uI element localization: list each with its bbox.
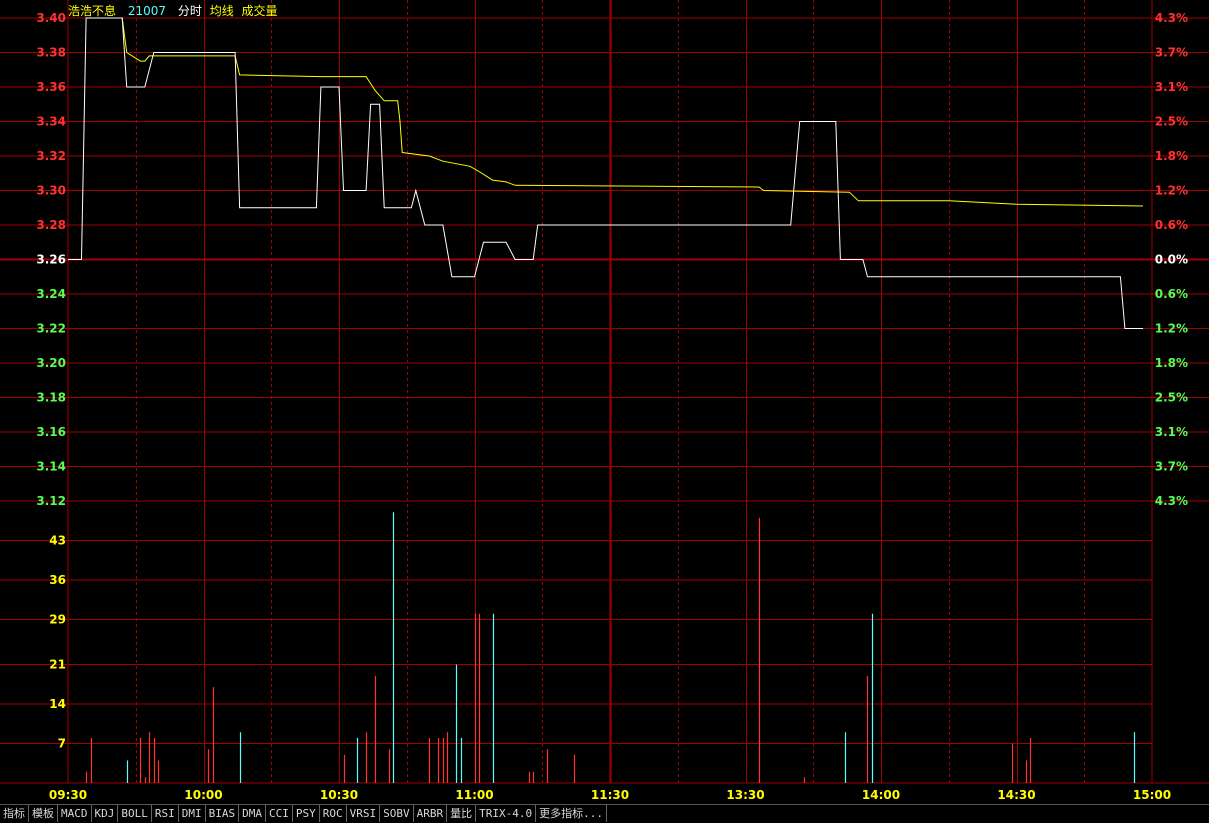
tab-arbr[interactable]: ARBR bbox=[414, 805, 448, 822]
price-tick-label: 3.26 bbox=[36, 253, 66, 267]
percent-tick-label: 2.5% bbox=[1155, 391, 1188, 405]
price-tick-label: 3.28 bbox=[36, 218, 66, 232]
price-tick-label: 3.32 bbox=[36, 149, 66, 163]
percent-tick-label: 1.2% bbox=[1155, 184, 1188, 198]
tab-indicator[interactable]: 指标 bbox=[0, 805, 29, 822]
time-tick-label: 11:30 bbox=[591, 788, 629, 802]
tab-template[interactable]: 模板 bbox=[29, 805, 58, 822]
price-tick-label: 3.38 bbox=[36, 46, 66, 60]
chart-header: 浩浩不息 21007 分时 均线 成交量 bbox=[68, 2, 286, 19]
stock-name: 浩浩不息 bbox=[68, 4, 117, 18]
time-tick-label: 10:00 bbox=[184, 788, 222, 802]
price-tick-label: 3.36 bbox=[36, 80, 66, 94]
tab-dma[interactable]: DMA bbox=[239, 805, 266, 822]
tab-boll[interactable]: BOLL bbox=[118, 805, 152, 822]
volume-tick-label: 36 bbox=[49, 573, 66, 587]
tab-rsi[interactable]: RSI bbox=[152, 805, 179, 822]
percent-tick-label: 4.3% bbox=[1155, 494, 1188, 508]
percent-tick-label: 0.0% bbox=[1155, 253, 1188, 267]
volume-tick-label: 43 bbox=[49, 533, 66, 547]
time-tick-label: 10:30 bbox=[320, 788, 358, 802]
percent-tick-label: 1.2% bbox=[1155, 322, 1188, 336]
price-tick-label: 3.14 bbox=[36, 460, 66, 474]
time-tick-label: 09:30 bbox=[49, 788, 87, 802]
price-tick-label: 3.16 bbox=[36, 425, 66, 439]
tab-dmi[interactable]: DMI bbox=[179, 805, 206, 822]
tab-roc[interactable]: ROC bbox=[320, 805, 347, 822]
percent-tick-label: 3.1% bbox=[1155, 425, 1188, 439]
price-tick-label: 3.20 bbox=[36, 356, 66, 370]
percent-tick-label: 4.3% bbox=[1155, 11, 1188, 25]
time-tick-label: 13:30 bbox=[726, 788, 764, 802]
percent-tick-label: 0.6% bbox=[1155, 218, 1188, 232]
legend-avg: 均线 bbox=[209, 4, 234, 18]
time-tick-label: 14:00 bbox=[862, 788, 900, 802]
percent-axis: 4.3% 3.7% 3.1% 2.5% 1.8% 1.2% 0.6% 0.0% 0.6% 1.2%… bbox=[1155, 11, 1188, 508]
time-tick-label: 15:00 bbox=[1133, 788, 1171, 802]
tab-bias[interactable]: BIAS bbox=[206, 805, 240, 822]
percent-tick-label: 3.7% bbox=[1155, 46, 1188, 60]
price-tick-label: 3.12 bbox=[36, 494, 66, 508]
tab-macd[interactable]: MACD bbox=[58, 805, 92, 822]
percent-tick-label: 2.5% bbox=[1155, 115, 1188, 129]
price-tick-label: 3.22 bbox=[36, 322, 66, 336]
tab-vrsi[interactable]: VRSI bbox=[347, 805, 381, 822]
price-tick-label: 3.30 bbox=[36, 184, 66, 198]
tab-sobv[interactable]: SOBV bbox=[380, 805, 414, 822]
tab-trix[interactable]: TRIX-4.0 bbox=[476, 805, 537, 822]
price-tick-label: 3.18 bbox=[36, 391, 66, 405]
percent-tick-label: 3.1% bbox=[1155, 80, 1188, 94]
tab-kdj[interactable]: KDJ bbox=[92, 805, 119, 822]
price-tick-label: 3.40 bbox=[36, 11, 66, 25]
percent-tick-label: 1.8% bbox=[1155, 149, 1188, 163]
price-axis: 3.40 3.38 3.36 3.34 3.32 3.30 3.28 3.26 3.24 3.22… bbox=[36, 11, 66, 508]
time-tick-label: 14:30 bbox=[997, 788, 1035, 802]
tab-cci[interactable]: CCI bbox=[266, 805, 293, 822]
percent-tick-label: 0.6% bbox=[1155, 287, 1188, 301]
indicator-tab-bar: 指标 模板 MACD KDJ BOLL RSI DMI BIAS DMA CCI… bbox=[0, 804, 1209, 823]
price-tick-label: 3.24 bbox=[36, 287, 66, 301]
volume-tick-label: 29 bbox=[49, 612, 66, 626]
tab-psy[interactable]: PSY bbox=[293, 805, 320, 822]
tab-more-indicators[interactable]: 更多指标... bbox=[536, 805, 607, 822]
volume-tick-label: 21 bbox=[49, 658, 66, 672]
percent-tick-label: 3.7% bbox=[1155, 460, 1188, 474]
stock-code: 21007 bbox=[127, 4, 167, 18]
intraday-chart[interactable]: 3.40 3.38 3.36 3.34 3.32 3.30 3.28 3.26 3.24 3.22… bbox=[0, 0, 1209, 804]
volume-tick-label: 14 bbox=[49, 697, 66, 711]
time-tick-label: 11:00 bbox=[455, 788, 493, 802]
volume-tick-label: 7 bbox=[58, 737, 66, 751]
percent-tick-label: 1.8% bbox=[1155, 356, 1188, 370]
tab-volume-ratio[interactable]: 量比 bbox=[447, 805, 477, 822]
legend-price: 分时 bbox=[177, 4, 202, 18]
time-axis: 09:30 10:00 10:30 11:00 11:30 13:30 14:00 14:30… bbox=[49, 788, 1171, 802]
price-tick-label: 3.34 bbox=[36, 115, 66, 129]
legend-volume: 成交量 bbox=[241, 4, 278, 18]
